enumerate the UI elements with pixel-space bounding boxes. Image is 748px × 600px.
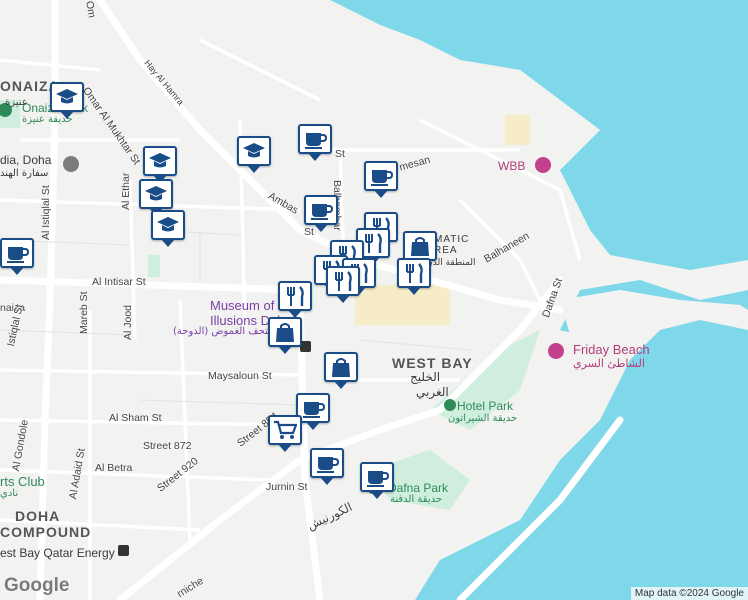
place-label-sports-club: rts Club xyxy=(0,474,45,489)
restaurant-icon xyxy=(335,271,352,291)
map-pin-cafe[interactable] xyxy=(310,448,344,485)
map-pin-cafe[interactable] xyxy=(360,462,394,499)
map-attribution[interactable]: Map data ©2024 Google xyxy=(630,587,748,600)
map-pin-shopping[interactable] xyxy=(268,317,302,354)
map-pin-shopping[interactable] xyxy=(403,231,437,268)
place-label-wbb: WBB xyxy=(498,159,526,173)
area-label-compound: COMPOUND xyxy=(0,524,92,540)
map-pin-restaurant[interactable] xyxy=(278,281,312,318)
education-icon xyxy=(149,153,171,168)
cafe-icon xyxy=(7,247,29,263)
road-label-street-872: Street 872 xyxy=(143,440,192,452)
place-label-museum-illusions-ar: متحف الغموض (الدوحة) xyxy=(173,326,274,337)
road-label-al-ethar: Al Ethar xyxy=(120,172,132,210)
road-label-jurnin: Jurnin St xyxy=(266,481,308,493)
shopping-bag-icon xyxy=(332,358,350,377)
map-pin-restaurant[interactable] xyxy=(397,258,431,295)
place-label-dafna-park: Dafna Park xyxy=(388,481,449,495)
map-canvas[interactable]: ONAIZA عنيزة WEST BAY الخليج الغربي DOHA… xyxy=(0,0,748,600)
road-label-st-2: St xyxy=(304,226,314,238)
place-label-sports-club-ar: نادي xyxy=(0,488,19,499)
place-label-friday-beach: Friday Beach xyxy=(573,342,650,357)
map-pin-cafe[interactable] xyxy=(298,124,332,161)
cafe-icon xyxy=(317,457,339,473)
restaurant-icon xyxy=(365,233,382,253)
restaurant-icon xyxy=(287,286,304,306)
place-label-friday-beach-ar: الشاطئ السري xyxy=(573,357,645,370)
area-label-west-bay-ar-1: الخليج xyxy=(410,370,441,384)
place-label-embassy-india-ar: سفارة الهند xyxy=(0,168,49,179)
road-label-maysaloun: Maysaloun St xyxy=(208,370,272,382)
shopping-bag-icon xyxy=(411,237,429,256)
map-pin-education[interactable] xyxy=(237,136,271,173)
area-label-west-bay: WEST BAY xyxy=(392,355,473,371)
education-icon xyxy=(56,89,78,104)
google-logo: Google xyxy=(4,575,70,596)
place-label-embassy-india: dia, Doha xyxy=(0,153,52,167)
map-base-layer xyxy=(0,0,748,600)
area-label-west-bay-ar-2: الغربي xyxy=(416,385,449,399)
area-label-doha: DOHA xyxy=(15,508,61,524)
road-label-al-jood: Al Jood xyxy=(122,304,134,340)
road-label-al-sham: Al Sham St xyxy=(109,412,162,424)
map-pin-education[interactable] xyxy=(139,179,173,216)
shopping-bag-icon xyxy=(276,323,294,342)
education-icon xyxy=(145,186,167,201)
road-label-al-betra: Al Betra xyxy=(95,462,133,474)
map-pin-grocery[interactable] xyxy=(268,415,302,452)
road-label-mareb: Mareb St xyxy=(78,291,90,334)
place-label-qatar-energy: est Bay Qatar Energy xyxy=(0,546,115,560)
place-label-dafna-park-ar: حديقة الدفنة xyxy=(390,494,443,505)
cafe-icon xyxy=(303,402,325,418)
road-label-al-intisar: Al Intisar St xyxy=(92,276,146,288)
map-pin-restaurant[interactable] xyxy=(326,266,360,303)
road-label-al-istiqlal: Al Istiqlal St xyxy=(40,185,52,240)
place-label-hotel-park-ar: حديقة الشيراتون xyxy=(448,413,518,424)
map-pin-education[interactable] xyxy=(151,210,185,247)
road-label-st-1: St xyxy=(335,148,345,160)
place-label-diplomatic-2: REA xyxy=(434,245,458,256)
map-pin-education[interactable] xyxy=(143,146,177,183)
place-label-museum-illusions: Museum of xyxy=(210,298,275,313)
shopping-cart-icon xyxy=(274,420,297,439)
cafe-icon xyxy=(371,170,393,186)
map-pin-cafe[interactable] xyxy=(0,238,34,275)
map-pin-cafe[interactable] xyxy=(304,195,338,232)
map-pin-shopping[interactable] xyxy=(324,352,358,389)
map-pin-education[interactable] xyxy=(50,82,84,119)
cafe-icon xyxy=(367,471,389,487)
education-icon xyxy=(243,143,265,158)
place-label-diplomatic-1: MATIC xyxy=(434,234,470,245)
cafe-icon xyxy=(311,204,333,220)
map-pin-cafe[interactable] xyxy=(364,161,398,198)
place-label-hotel-park: Hotel Park xyxy=(457,399,514,413)
cafe-icon xyxy=(305,133,327,149)
restaurant-icon xyxy=(406,263,423,283)
education-icon xyxy=(157,217,179,232)
